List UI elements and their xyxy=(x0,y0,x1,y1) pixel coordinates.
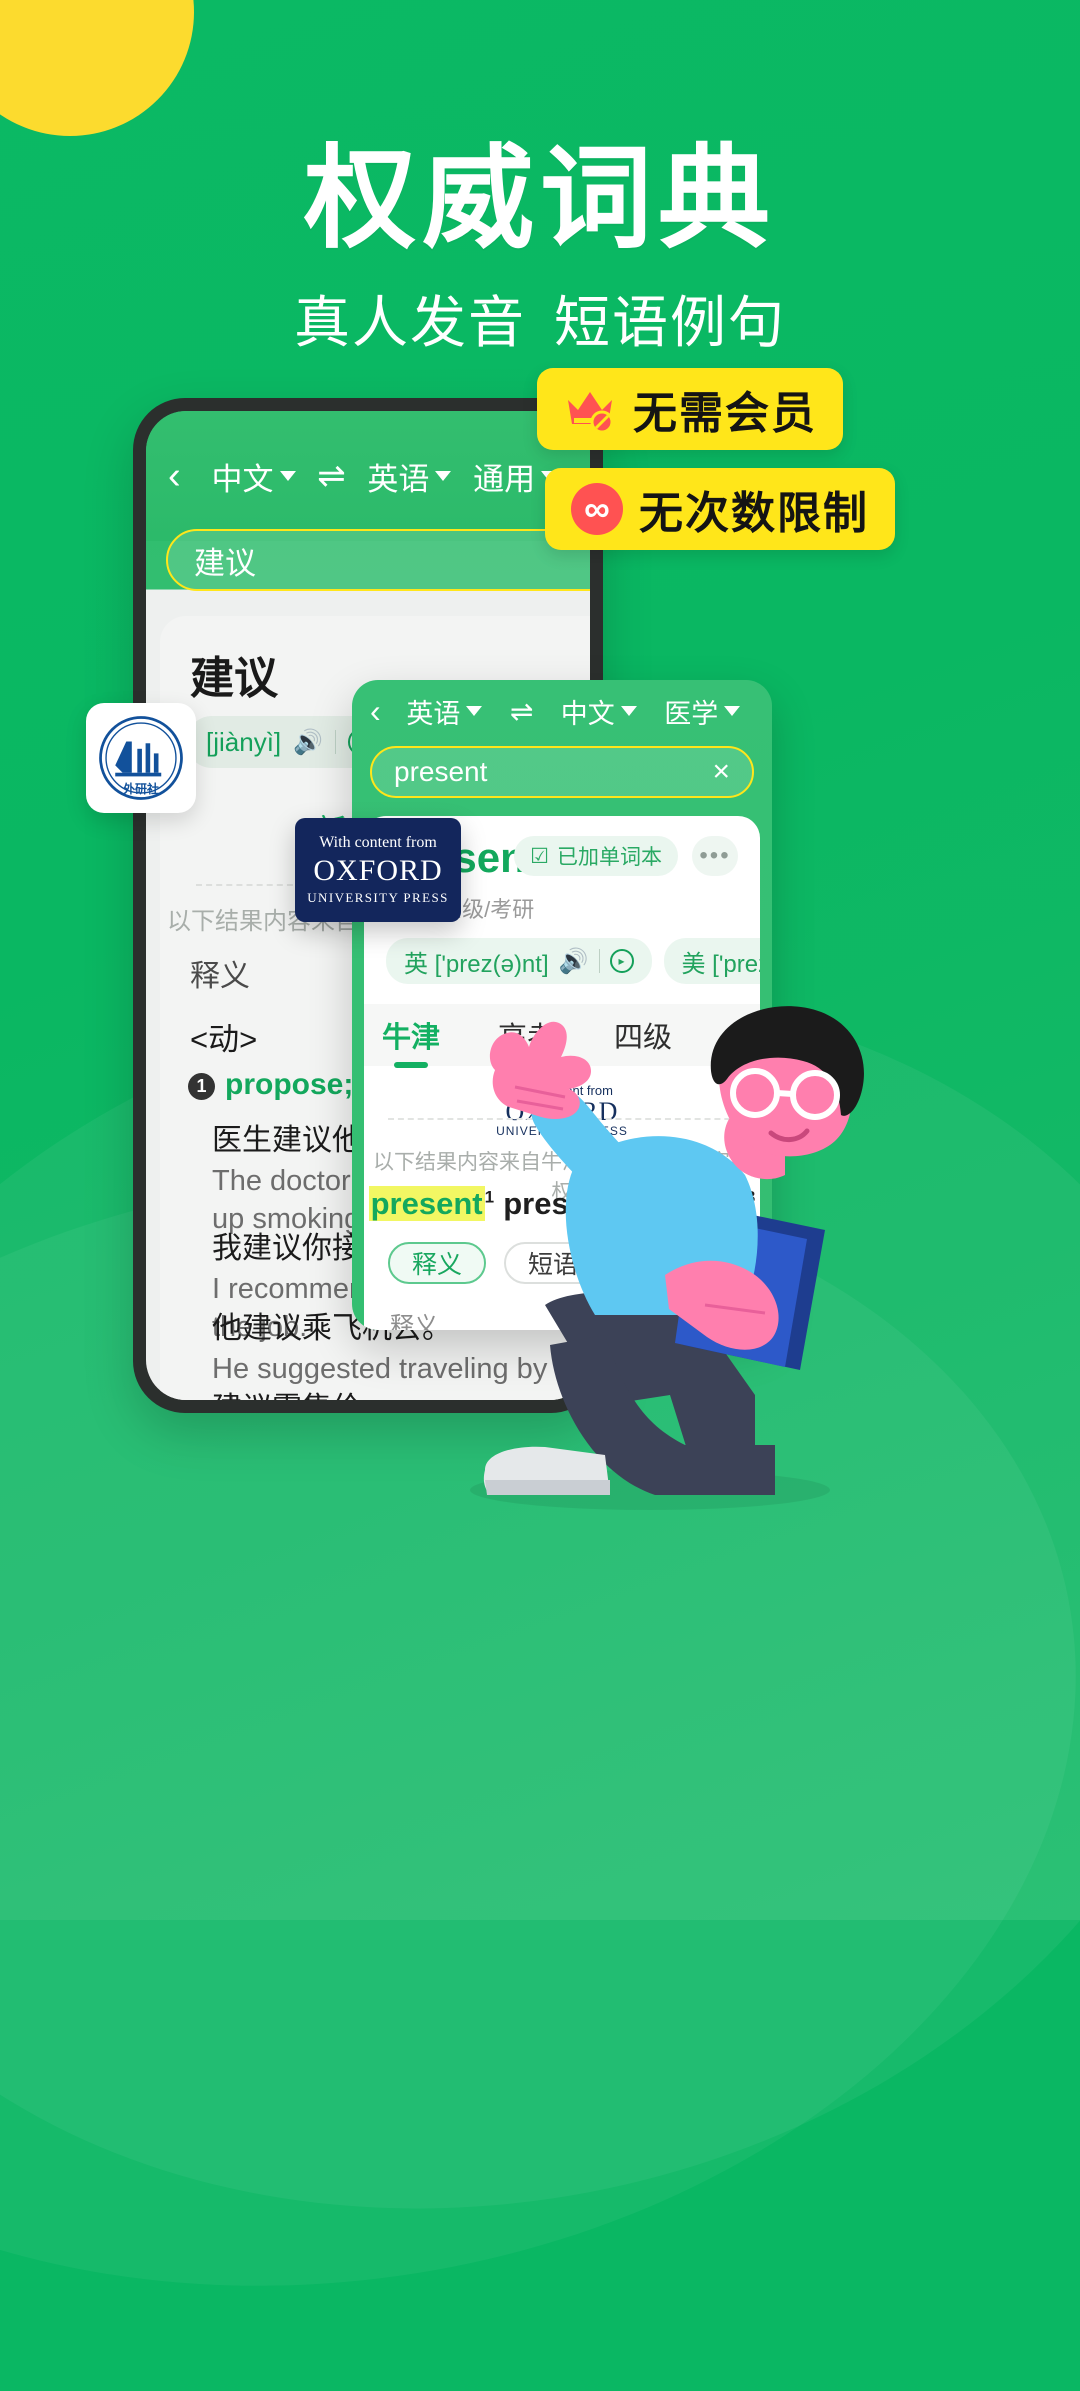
add-to-wordbook-label: 已加单词本 xyxy=(557,846,662,869)
tab-oxford[interactable]: 牛津 xyxy=(382,1014,440,1056)
result-word: 建议 xyxy=(190,654,278,703)
oxford-card-line-2: OXFORD xyxy=(313,854,443,887)
svg-text:外研社: 外研社 xyxy=(123,781,159,796)
search-input-value: present xyxy=(394,756,488,787)
badge-unlimited: ∞ 无次数限制 xyxy=(545,468,895,550)
close-icon[interactable]: × xyxy=(712,755,730,789)
chevron-down-icon xyxy=(279,471,296,481)
pronunciation-us-label: 美 ['prezənt] xyxy=(681,950,760,978)
domain-label: 医学 xyxy=(664,698,719,729)
search-input-value: 建议 xyxy=(194,545,256,581)
translate-header-bar-2: ‹ 英语 ⇌ 中文 医学 xyxy=(352,680,772,742)
speaker-icon[interactable]: 🔊 xyxy=(293,728,323,757)
translate-header-bar: ‹ 中文 ⇌ 英语 通用 xyxy=(146,411,590,541)
target-language-label: 英语 xyxy=(367,461,430,497)
target-language-selector[interactable]: 英语 xyxy=(367,454,452,499)
crown-icon xyxy=(563,384,617,434)
search-input[interactable]: 建议 xyxy=(166,529,590,591)
target-language-selector[interactable]: 中文 xyxy=(561,692,637,731)
subtitle-part-2: 短语例句 xyxy=(554,291,786,354)
source-language-label: 英语 xyxy=(406,698,461,729)
chevron-down-icon xyxy=(435,471,452,481)
source-language-label: 中文 xyxy=(211,461,274,497)
chevron-down-icon xyxy=(620,706,637,716)
badge-unlimited-label: 无次数限制 xyxy=(639,489,869,538)
swap-languages-icon[interactable]: ⇌ xyxy=(317,456,346,496)
ellipsis-icon[interactable]: ••• xyxy=(692,836,738,876)
language-selector-row-2: 英语 ⇌ 中文 医学 xyxy=(393,692,754,731)
oxford-publisher-card: With content from OXFORD UNIVERSITY PRES… xyxy=(295,818,461,922)
add-to-wordbook-button[interactable]: ☑ 已加单词本 xyxy=(514,836,678,876)
back-icon[interactable]: ‹ xyxy=(370,693,381,730)
replay-icon[interactable]: ▸ xyxy=(609,949,634,973)
section-label-definitions: 释义 xyxy=(190,960,250,993)
oxford-card-line-1: With content from xyxy=(319,834,437,851)
chevron-down-icon xyxy=(466,706,483,716)
swap-languages-icon[interactable]: ⇌ xyxy=(510,695,533,728)
pinyin-label: [jiànyì] xyxy=(206,726,282,757)
fltrp-publisher-logo: 外研社 xyxy=(86,703,196,813)
page-title: 权威词典 xyxy=(304,136,776,261)
pronunciation-uk-label: 英 ['prez(ə)nt] xyxy=(404,950,549,978)
sense-number: 1 xyxy=(188,1072,215,1100)
section-label-definitions-2: 释义 xyxy=(390,1313,438,1330)
search-input-2[interactable]: present × xyxy=(370,746,754,798)
speaker-icon[interactable]: 🔊 xyxy=(559,947,589,976)
domain-label: 通用 xyxy=(473,461,536,497)
part-of-speech-verb: <动> xyxy=(190,1022,258,1057)
subtitle-part-1: 真人发音 xyxy=(294,291,526,354)
badge-no-membership-label: 无需会员 xyxy=(633,389,817,438)
divider xyxy=(598,949,600,973)
source-language-selector[interactable]: 中文 xyxy=(212,454,296,499)
back-icon[interactable]: ‹ xyxy=(168,455,181,498)
badge-no-membership: 无需会员 xyxy=(537,368,843,450)
illustration-person-with-book xyxy=(455,975,925,1535)
oxford-card-line-3: UNIVERSITY PRESS xyxy=(307,890,449,905)
page-subtitle: 真人发音 短语例句 xyxy=(0,278,1080,359)
chevron-down-icon xyxy=(724,706,741,716)
language-selector-row: 中文 ⇌ 英语 通用 xyxy=(201,454,568,499)
source-language-selector[interactable]: 英语 xyxy=(406,692,483,731)
infinity-icon: ∞ xyxy=(571,483,623,535)
target-language-label: 中文 xyxy=(560,698,615,729)
checkbox-checked-icon: ☑ xyxy=(530,844,549,868)
domain-selector[interactable]: 医学 xyxy=(664,692,741,731)
divider xyxy=(335,730,337,754)
